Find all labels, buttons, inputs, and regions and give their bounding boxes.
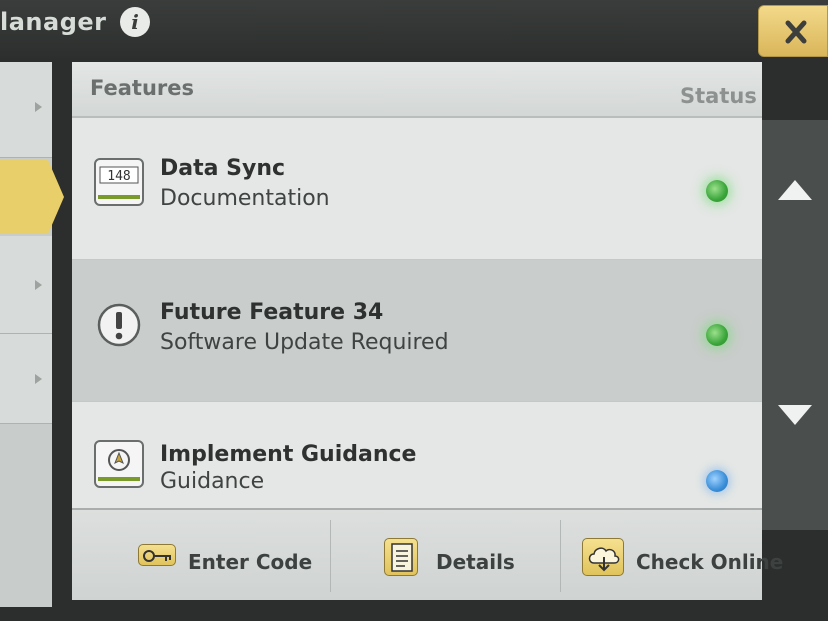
check-online-button[interactable]: Check Online xyxy=(580,510,783,602)
app-title: lanager xyxy=(0,8,107,36)
divider xyxy=(330,520,331,592)
nav-item-4[interactable] xyxy=(0,334,52,424)
column-header-features: Features xyxy=(90,76,194,100)
details-label: Details xyxy=(436,550,515,574)
key-icon xyxy=(138,544,176,566)
check-online-label: Check Online xyxy=(636,550,784,574)
feature-row-data-sync[interactable]: 148 Data Sync Documentation xyxy=(72,118,762,260)
enter-code-button[interactable]: Enter Code xyxy=(112,510,322,602)
close-button[interactable] xyxy=(758,5,828,57)
chevron-right-icon xyxy=(35,280,42,290)
counter-icon: 148 xyxy=(94,158,144,206)
chevron-right-icon xyxy=(35,102,42,112)
status-indicator-green xyxy=(706,324,728,346)
feature-title: Data Sync xyxy=(160,156,286,181)
status-indicator-green xyxy=(706,180,728,202)
feature-list: 148 Data Sync Documentation Future Featu… xyxy=(72,118,762,548)
features-panel: Features Status 148 Data Sync Documentat… xyxy=(72,62,783,602)
enter-code-label: Enter Code xyxy=(188,550,313,574)
warning-icon xyxy=(94,300,144,348)
bottom-toolbar: Enter Code Details Check Online xyxy=(72,508,783,602)
title-bar: lanager i xyxy=(0,0,828,58)
scroll-down-button[interactable] xyxy=(778,405,812,425)
feature-subtitle: Documentation xyxy=(160,186,330,211)
details-button[interactable]: Details xyxy=(372,510,552,602)
cloud-download-icon xyxy=(582,538,624,576)
close-icon xyxy=(785,20,807,44)
status-indicator-blue xyxy=(706,470,728,492)
nav-item-1[interactable] xyxy=(0,62,52,158)
guidance-icon xyxy=(94,440,144,488)
feature-subtitle: Guidance xyxy=(160,469,265,494)
chevron-right-icon xyxy=(35,374,42,384)
svg-text:148: 148 xyxy=(107,169,130,184)
column-header-status: Status xyxy=(680,84,757,108)
feature-row-future-feature-34[interactable]: Future Feature 34 Software Update Requir… xyxy=(72,260,762,402)
left-nav xyxy=(0,62,52,607)
table-header: Features Status xyxy=(72,62,762,118)
info-icon[interactable]: i xyxy=(120,7,150,37)
divider xyxy=(560,520,561,592)
scroll-up-button[interactable] xyxy=(778,180,812,200)
feature-title: Implement Guidance xyxy=(160,442,417,467)
nav-item-3[interactable] xyxy=(0,236,52,334)
document-icon xyxy=(384,538,418,576)
feature-subtitle: Software Update Required xyxy=(160,330,449,355)
nav-item-active[interactable] xyxy=(0,160,64,234)
feature-title: Future Feature 34 xyxy=(160,300,384,325)
